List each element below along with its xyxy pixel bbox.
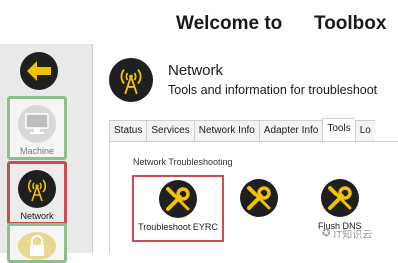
sidebar: Machine Network <box>0 44 93 263</box>
sidebar-item-label: Network <box>20 211 54 221</box>
sidebar-item-security[interactable] <box>7 223 67 263</box>
section-label: Network Troubleshooting <box>133 157 233 167</box>
tab-adapter-info[interactable]: Adapter Info <box>258 120 323 142</box>
arrow-left-icon <box>27 61 51 81</box>
wrench-screwdriver-icon <box>240 179 278 217</box>
network-header-icon <box>109 58 153 102</box>
watermark: ✪ IT知识云 <box>322 226 372 241</box>
troubleshoot-tool-button[interactable]: Troubleshoot EYRC <box>132 175 224 242</box>
welcome-title: Welcome to <box>176 13 283 34</box>
tab-services[interactable]: Services <box>146 120 194 142</box>
page-title: Network <box>168 62 224 79</box>
tab-logs[interactable]: Lo <box>354 120 375 142</box>
tab-status[interactable]: Status <box>109 120 147 142</box>
back-button[interactable] <box>20 52 58 90</box>
wrench-screwdriver-icon <box>320 179 359 217</box>
toolbox-title: Toolbox <box>314 13 387 34</box>
main-content: Network Tools and information for troubl… <box>93 44 398 254</box>
tool-button-2[interactable] <box>240 179 278 221</box>
watermark-text: IT知识云 <box>333 230 373 241</box>
tab-bar: Status Services Network Info Adapter Inf… <box>109 118 375 142</box>
page-subtitle: Tools and information for troubleshoot <box>168 83 378 97</box>
sidebar-item-network[interactable]: Network <box>7 161 67 225</box>
title-bar: Welcome to Toolbox <box>0 0 398 44</box>
wrench-screwdriver-icon <box>159 180 197 218</box>
tab-network-info[interactable]: Network Info <box>193 120 259 142</box>
tab-tools[interactable]: Tools <box>322 118 355 142</box>
antenna-icon <box>18 170 56 208</box>
flush-dns-tool-button[interactable]: Flush DNS <box>318 179 362 231</box>
chat-bubble-icon: ✪ <box>322 228 331 239</box>
sidebar-item-machine[interactable]: Machine <box>7 96 67 160</box>
lock-icon <box>18 232 56 260</box>
tool-label: Troubleshoot EYRC <box>138 222 218 232</box>
sidebar-item-label: Machine <box>19 146 55 156</box>
monitor-icon <box>18 105 56 143</box>
